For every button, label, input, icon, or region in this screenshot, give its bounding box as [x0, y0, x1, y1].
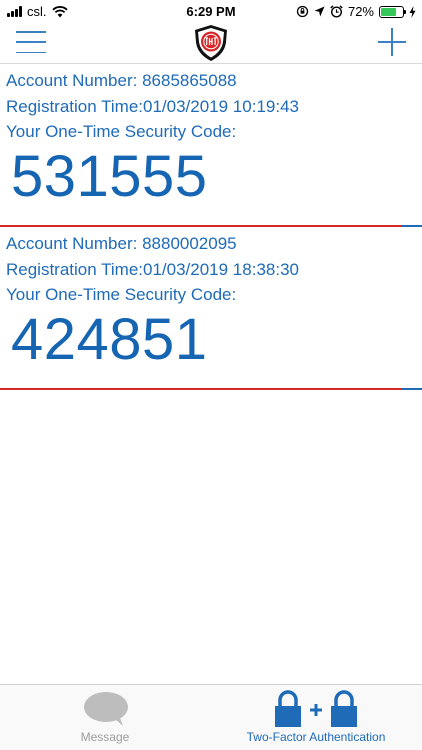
account-number-label: Account Number:	[6, 71, 138, 90]
nav-bar	[0, 22, 422, 64]
lock-plus-lock-icon	[275, 690, 357, 727]
tab-two-factor-authentication[interactable]: Two-Factor Authentication	[226, 685, 406, 750]
security-code: 424851	[11, 306, 208, 372]
account-number-label: Account Number:	[6, 234, 138, 253]
tab-two-factor-authentication-label: Two-Factor Authentication	[246, 730, 386, 744]
account-card: Account Number: 8685865088 Registration …	[0, 64, 422, 227]
tab-message[interactable]: Message	[45, 685, 165, 750]
status-bar: csl. 6:29 PM 72%	[0, 0, 422, 22]
battery-icon	[379, 5, 406, 18]
registration-time-value: 01/03/2019 10:19:43	[143, 96, 299, 116]
status-right: 72%	[296, 4, 416, 19]
account-number-row: Account Number: 8685865088	[6, 68, 422, 94]
security-code-label: Your One-Time Security Code:	[6, 285, 237, 304]
registration-time-label: Registration Time:	[6, 96, 143, 116]
battery-level	[381, 7, 397, 16]
battery-percent: 72%	[347, 4, 374, 19]
account-list: Account Number: 8685865088 Registration …	[0, 64, 422, 390]
hamburger-menu-icon[interactable]	[16, 31, 46, 53]
account-number-value: 8685865088	[142, 71, 237, 90]
account-card: Account Number: 8880002095 Registration …	[0, 227, 422, 390]
location-icon	[314, 6, 325, 17]
shield-logo	[195, 25, 227, 61]
tab-message-label: Message	[80, 730, 130, 744]
registration-time-label: Registration Time:	[6, 259, 143, 279]
plus-icon[interactable]	[378, 28, 406, 56]
account-number-row: Account Number: 8880002095	[6, 231, 422, 257]
security-code-label: Your One-Time Security Code:	[6, 122, 237, 141]
rotation-lock-icon	[296, 5, 309, 18]
card-divider	[0, 388, 422, 390]
registration-time-row: Registration Time:01/03/2019 18:38:30	[6, 257, 422, 283]
alarm-icon	[330, 5, 343, 18]
account-number-value: 8880002095	[142, 234, 237, 253]
security-code: 531555	[11, 143, 208, 209]
chat-bubble-icon	[84, 692, 128, 726]
registration-time-value: 01/03/2019 18:38:30	[143, 259, 299, 279]
registration-time-row: Registration Time:01/03/2019 10:19:43	[6, 94, 422, 120]
charging-icon	[409, 5, 416, 18]
tab-bar: Message Two-Factor Authentication	[0, 684, 422, 750]
